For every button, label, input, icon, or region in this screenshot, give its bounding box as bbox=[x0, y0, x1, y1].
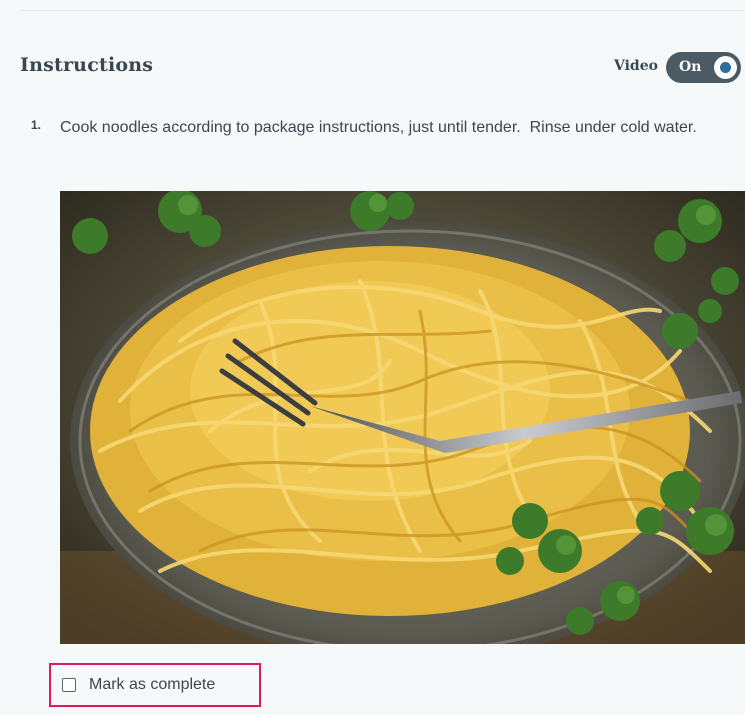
mark-complete-label: Mark as complete bbox=[89, 676, 216, 693]
mark-complete-checkbox[interactable] bbox=[62, 678, 76, 692]
video-toggle[interactable]: On bbox=[666, 52, 741, 83]
video-label: Video bbox=[614, 58, 658, 74]
mark-complete-control[interactable]: Mark as complete bbox=[49, 663, 261, 707]
step-text: Cook noodles according to package instru… bbox=[60, 119, 697, 136]
toggle-knob-icon bbox=[714, 56, 737, 79]
top-divider bbox=[20, 10, 745, 11]
spaghetti-photo bbox=[60, 191, 745, 644]
video-toggle-state: On bbox=[679, 59, 702, 75]
recipe-instructions-page: Instructions Video On 1. Cook noodles ac… bbox=[0, 0, 745, 715]
instructions-heading: Instructions bbox=[20, 54, 154, 76]
step-number: 1. bbox=[31, 118, 42, 132]
